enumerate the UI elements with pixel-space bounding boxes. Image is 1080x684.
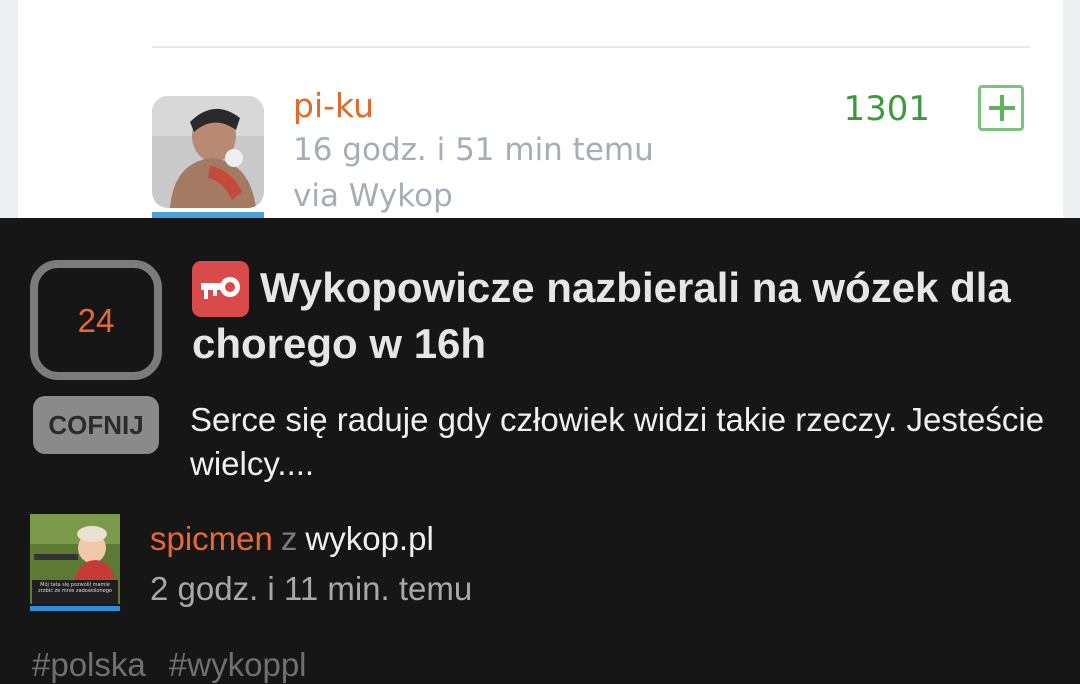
undo-vote-button[interactable]: COFNIJ	[33, 396, 159, 454]
source-domain-link[interactable]: wykop.pl	[305, 520, 433, 557]
commenter-avatar-bar	[152, 212, 264, 218]
comment-username[interactable]: pi-ku	[293, 86, 374, 125]
author-avatar-bar	[30, 606, 120, 611]
link-title[interactable]: Wykopowicze nazbierali na wózek dla chor…	[192, 260, 1032, 372]
vote-box[interactable]: 24	[30, 260, 162, 380]
comment-via: via Wykop	[293, 178, 453, 214]
tag-list: #polska #wykoppl	[32, 646, 321, 684]
posted-time: 2 godz. i 11 min. temu	[150, 570, 473, 607]
commenter-avatar-image	[152, 96, 264, 208]
comment-time: 16 godz. i 51 min temu	[293, 132, 654, 168]
link-meta: spicmen z wykop.pl	[150, 520, 434, 558]
link-description: Serce się raduje gdy człowiek widzi taki…	[190, 401, 1045, 482]
comment-vote-count: 1301	[843, 89, 930, 129]
tag-wykoppl[interactable]: #wykoppl	[169, 646, 307, 683]
tag-polska[interactable]: #polska	[32, 646, 146, 683]
author-avatar[interactable]: Mój tata się pozwolił mamie zrobić ze mn…	[30, 514, 120, 604]
author-link[interactable]: spicmen	[150, 520, 273, 557]
plus-square-icon[interactable]	[978, 85, 1024, 131]
vote-count: 24	[77, 302, 115, 339]
comment-divider	[152, 46, 1030, 48]
from-label: z	[280, 520, 298, 557]
commenter-avatar[interactable]	[152, 96, 264, 208]
author-avatar-caption: Mój tata się pozwolił mamie zrobić ze mn…	[38, 582, 112, 594]
